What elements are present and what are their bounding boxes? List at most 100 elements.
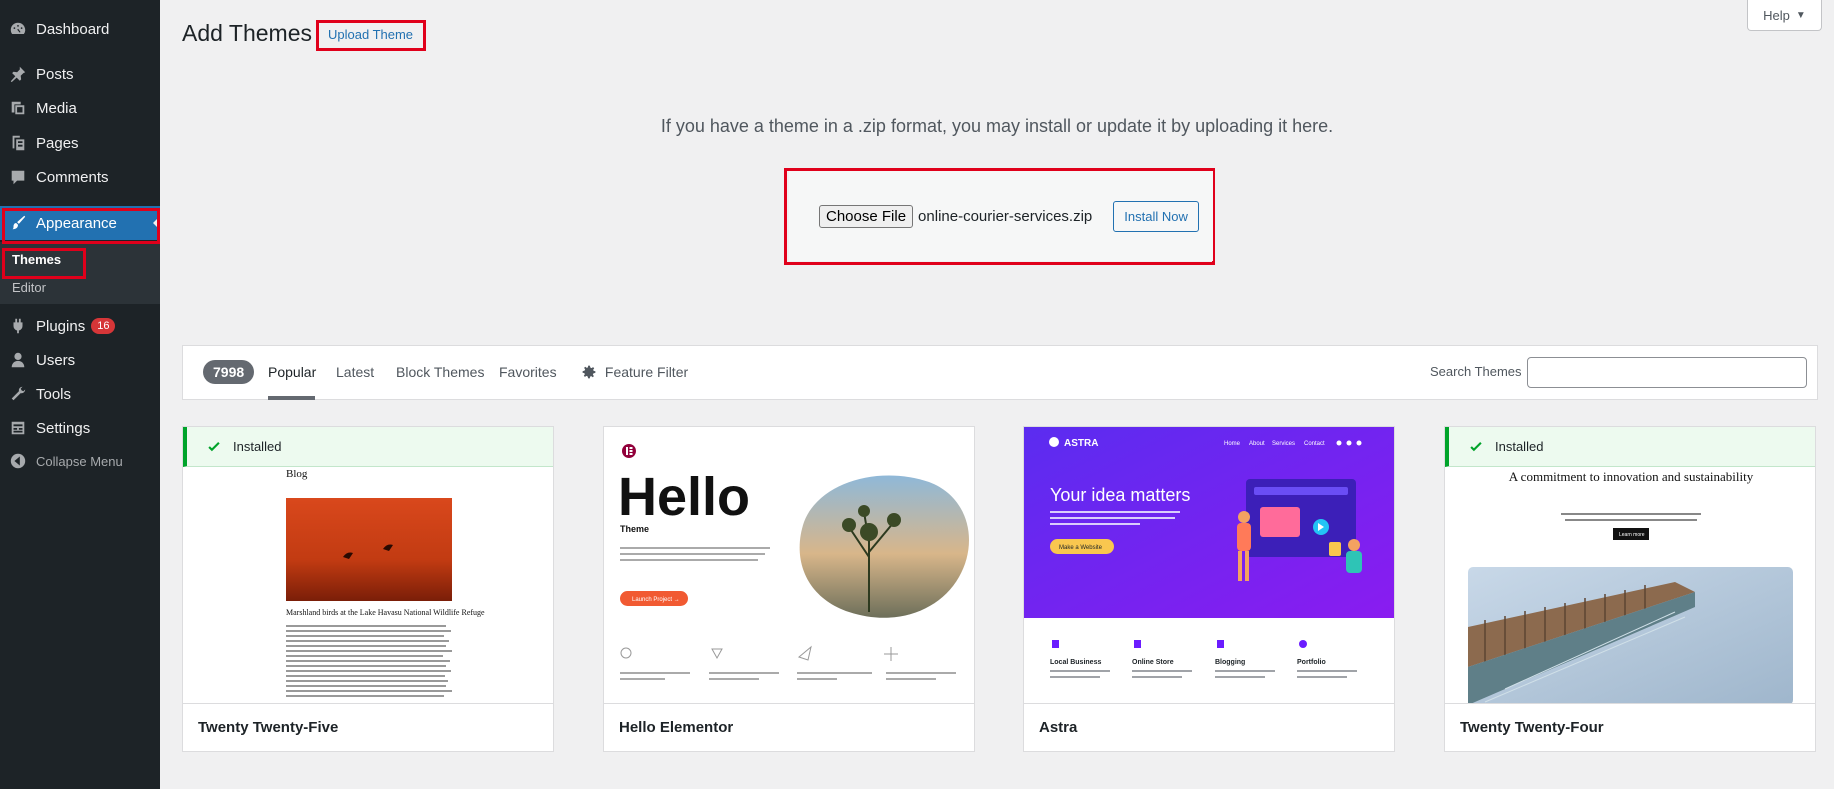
theme-name: Astra	[1024, 703, 1394, 751]
user-icon	[0, 351, 36, 369]
installed-notice: Installed	[1445, 427, 1815, 467]
menu-label: Settings	[36, 419, 91, 437]
theme-card-astra[interactable]: ASTRA Home About Services Contact Your i…	[1023, 426, 1395, 752]
theme-name: Twenty Twenty-Five	[183, 703, 553, 751]
menu-label: Posts	[36, 65, 74, 83]
gear-icon	[582, 365, 596, 379]
hello-preview-title: Hello	[618, 467, 750, 527]
theme-filter-bar: 7998 Popular Latest Block Themes Favorit…	[182, 345, 1818, 400]
appearance-submenu: Themes Editor	[0, 242, 160, 304]
installed-label: Installed	[1495, 439, 1544, 454]
help-button[interactable]: Help ▼	[1747, 0, 1822, 31]
upload-form: Choose File online-courier-services.zip …	[789, 171, 1213, 261]
feature-filter-label: Feature Filter	[604, 364, 689, 380]
theme-screenshot[interactable]: Blog Marshland birds at the Lake Havasu …	[183, 427, 553, 705]
astra-feature-title: Online Store	[1132, 659, 1174, 666]
tt4-preview-button: Learn more	[1619, 532, 1645, 538]
comment-icon	[0, 168, 36, 186]
caret-down-icon: ▼	[1795, 9, 1806, 21]
plugin-icon	[0, 317, 36, 335]
selected-file-name: online-courier-services.zip	[918, 207, 1093, 225]
menu-pages[interactable]: Pages	[0, 126, 160, 160]
theme-card-twenty-twenty-five[interactable]: Blog Marshland birds at the Lake Havasu …	[182, 426, 554, 752]
menu-media[interactable]: Media	[0, 91, 160, 125]
theme-screenshot[interactable]: A commitment to innovation and sustainab…	[1445, 427, 1815, 705]
astra-feature-title: Portfolio	[1297, 659, 1326, 666]
menu-label: Plugins	[36, 317, 86, 335]
pages-icon	[0, 134, 36, 152]
menu-appearance[interactable]: Appearance	[0, 206, 160, 240]
theme-screenshot[interactable]: ASTRA Home About Services Contact Your i…	[1024, 427, 1394, 705]
theme-card-hello-elementor[interactable]: Hello Theme Launch Project → Hello Eleme…	[603, 426, 975, 752]
hello-preview-subtitle: Theme	[620, 524, 649, 534]
page-title: Add Themes	[182, 20, 312, 46]
collapse-label: Collapse Menu	[36, 453, 123, 469]
tt5-preview: Blog Marshland birds at the Lake Havasu …	[183, 427, 553, 705]
theme-count: 7998	[203, 360, 255, 384]
plugin-update-badge: 16	[91, 317, 116, 335]
brush-icon	[0, 214, 36, 232]
tt5-preview-caption: Marshland birds at the Lake Havasu Natio…	[286, 608, 485, 617]
astra-preview-button: Make a Website	[1059, 545, 1103, 551]
tt4-preview-title: A commitment to innovation and sustainab…	[1508, 469, 1754, 484]
pin-icon	[0, 65, 36, 83]
tab-popular[interactable]: Popular	[268, 364, 316, 380]
help-label: Help	[1763, 7, 1790, 23]
menu-settings[interactable]: Settings	[0, 411, 160, 445]
choose-file-button[interactable]: Choose File	[819, 204, 914, 228]
feature-filter-button[interactable]: Feature Filter	[581, 364, 688, 380]
tab-favorites[interactable]: Favorites	[499, 364, 557, 380]
menu-label: Comments	[36, 168, 109, 186]
collapse-menu[interactable]: Collapse Menu	[0, 444, 160, 478]
theme-card-twenty-twenty-four[interactable]: A commitment to innovation and sustainab…	[1444, 426, 1816, 752]
collapse-icon	[0, 452, 36, 470]
hello-preview: Hello Theme Launch Project →	[604, 427, 974, 705]
menu-label: Pages	[36, 134, 79, 152]
menu-users[interactable]: Users	[0, 343, 160, 377]
admin-sidebar: Dashboard Posts Media Pages Comments App…	[0, 0, 160, 789]
menu-label: Tools	[36, 385, 72, 403]
install-now-button[interactable]: Install Now	[1113, 200, 1199, 232]
tt5-preview-title: Blog	[286, 468, 308, 480]
menu-dashboard[interactable]: Dashboard	[0, 12, 160, 46]
tab-latest[interactable]: Latest	[336, 364, 374, 380]
astra-nav-item: About	[1249, 441, 1265, 447]
checkmark-icon	[1470, 441, 1482, 451]
astra-preview-brand: ASTRA	[1064, 438, 1098, 449]
menu-plugins[interactable]: Plugins 16	[0, 309, 160, 343]
checkmark-icon	[208, 441, 220, 451]
astra-feature-title: Blogging	[1215, 659, 1245, 666]
dashboard-icon	[0, 20, 36, 38]
astra-feature-title: Local Business	[1050, 659, 1101, 666]
menu-label: Dashboard	[36, 20, 110, 38]
astra-preview: ASTRA Home About Services Contact Your i…	[1024, 427, 1394, 705]
menu-posts[interactable]: Posts	[0, 57, 160, 91]
tt4-preview: A commitment to innovation and sustainab…	[1445, 427, 1815, 705]
search-themes-label: Search Themes	[1430, 364, 1522, 379]
search-themes-input[interactable]	[1527, 357, 1807, 388]
theme-name: Twenty Twenty-Four	[1445, 703, 1815, 751]
menu-label: Users	[36, 351, 76, 369]
astra-preview-headline: Your idea matters	[1050, 485, 1190, 505]
menu-label: Media	[36, 99, 77, 117]
astra-nav-item: Services	[1272, 441, 1295, 447]
theme-screenshot[interactable]: Hello Theme Launch Project →	[604, 427, 974, 705]
upload-instructions: If you have a theme in a .zip format, yo…	[660, 116, 1334, 136]
menu-label: Appearance	[36, 214, 117, 232]
wrench-icon	[0, 385, 36, 403]
media-icon	[0, 99, 36, 117]
hello-preview-button: Launch Project →	[632, 597, 680, 603]
upload-theme-link[interactable]: Upload Theme	[322, 24, 419, 45]
tab-block-themes[interactable]: Block Themes	[396, 364, 484, 380]
astra-nav-item: Home	[1224, 441, 1241, 447]
installed-label: Installed	[233, 439, 282, 454]
submenu-editor[interactable]: Editor	[12, 280, 46, 295]
settings-icon	[0, 419, 36, 437]
astra-nav-item: Contact	[1304, 441, 1325, 447]
menu-comments[interactable]: Comments	[0, 160, 160, 194]
active-tab-indicator	[268, 396, 315, 400]
installed-notice: Installed	[183, 427, 553, 467]
theme-name: Hello Elementor	[604, 703, 974, 751]
submenu-themes[interactable]: Themes	[12, 252, 61, 267]
menu-tools[interactable]: Tools	[0, 377, 160, 411]
